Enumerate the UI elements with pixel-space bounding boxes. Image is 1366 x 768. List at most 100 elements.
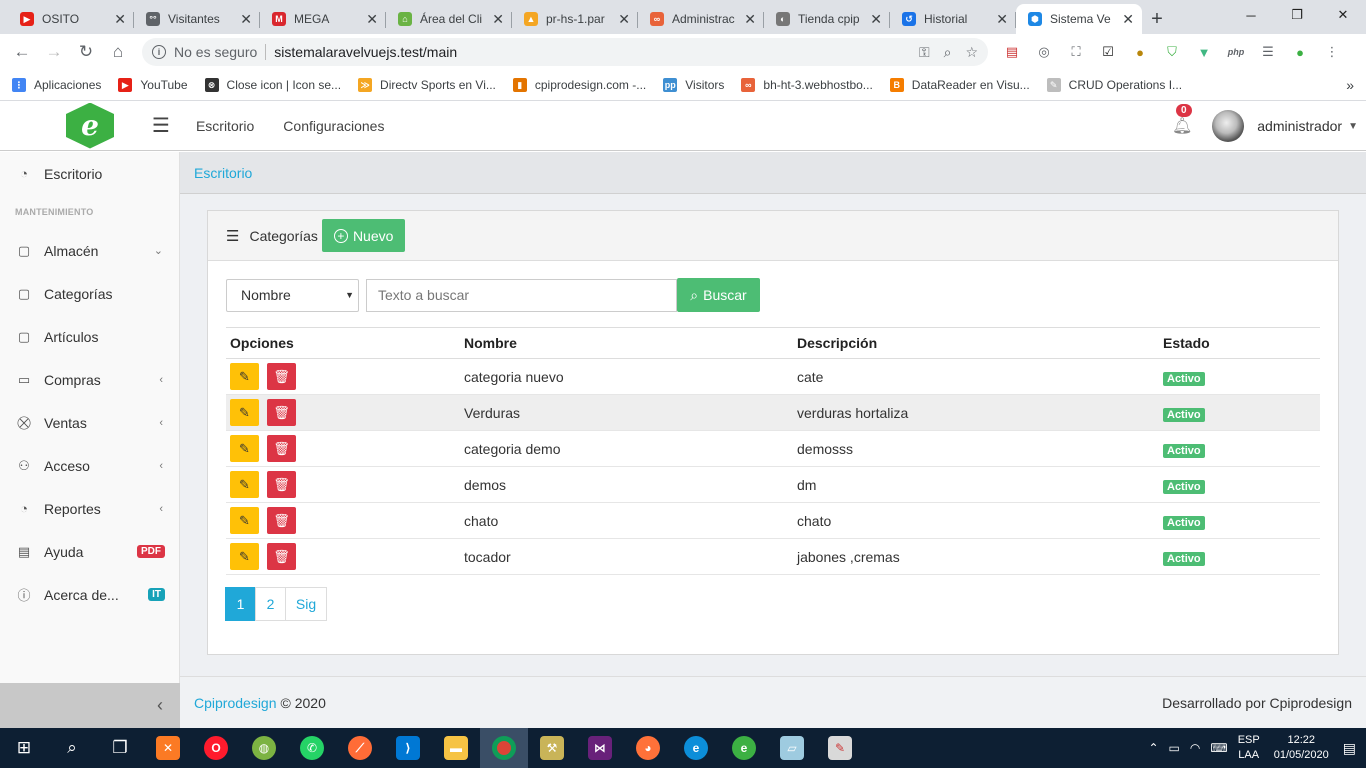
pdf-ext-icon[interactable]: ▤ xyxy=(996,44,1028,60)
bookmark-item[interactable]: ⋮ Aplicaciones xyxy=(12,78,101,92)
minimize-icon[interactable]: ─ xyxy=(1228,0,1274,30)
menu-icon[interactable]: ⋮ xyxy=(1316,44,1348,60)
delete-button[interactable]: 🗑︎ xyxy=(267,507,296,534)
bookmark-item[interactable]: ▶ YouTube xyxy=(118,78,188,92)
xampp-icon[interactable]: ✕ xyxy=(144,728,192,768)
more-bookmarks-icon[interactable]: » xyxy=(1346,77,1354,93)
browser-tab[interactable]: ◐ Tienda cpip ✕ xyxy=(764,4,890,34)
app-e-icon[interactable]: e xyxy=(720,728,768,768)
circle-ext-icon[interactable]: ◎ xyxy=(1028,44,1060,60)
file-explorer-icon[interactable]: ▬ xyxy=(432,728,480,768)
new-tab-button[interactable]: + xyxy=(1142,4,1172,34)
tab-close-icon[interactable]: ✕ xyxy=(996,11,1008,28)
wifi-icon[interactable]: ◠ xyxy=(1190,741,1200,755)
language-indicator[interactable]: ESP LAA xyxy=(1238,733,1260,763)
edit-button[interactable]: ✎ xyxy=(230,435,259,462)
edit-button[interactable]: ✎ xyxy=(230,507,259,534)
bell-icon[interactable]: 🔔︎ 0 xyxy=(1172,104,1192,136)
tab-close-icon[interactable]: ✕ xyxy=(618,11,630,28)
shield-ext-icon[interactable]: ⛉ xyxy=(1156,44,1188,60)
edit-button[interactable]: ✎ xyxy=(230,543,259,570)
sidebar-item-artículos[interactable]: ▢ Artículos xyxy=(0,315,179,358)
tab-close-icon[interactable]: ✕ xyxy=(1122,11,1134,28)
zoom-icon[interactable]: ⌕ xyxy=(944,44,952,61)
delete-button[interactable]: 🗑︎ xyxy=(267,363,296,390)
sidebar-item-ventas[interactable]: ⛒ Ventas ‹ xyxy=(0,401,179,444)
chrome-icon[interactable] xyxy=(480,728,528,768)
sidebar-item-almacén[interactable]: ▢ Almacén ⌄ xyxy=(0,229,179,272)
task-view-icon[interactable]: ❐ xyxy=(96,728,144,768)
delete-button[interactable]: 🗑︎ xyxy=(267,543,296,570)
edit-button[interactable]: ✎ xyxy=(230,471,259,498)
browser-tab[interactable]: ▶ OSITO ✕ xyxy=(8,4,134,34)
app-green-icon[interactable]: ◍ xyxy=(240,728,288,768)
star-icon[interactable]: ☆ xyxy=(965,44,978,61)
sublime-icon[interactable]: ⟋ xyxy=(336,728,384,768)
delete-button[interactable]: 🗑︎ xyxy=(267,471,296,498)
bookmark-item[interactable]: ▮ cpiprodesign.com -... xyxy=(512,78,646,92)
firefox-icon[interactable]: ◕ xyxy=(624,728,672,768)
page-link-2[interactable]: 2 xyxy=(255,587,286,621)
search-input[interactable]: Texto a buscar xyxy=(366,278,677,312)
filter-select[interactable]: Nombre ▼ xyxy=(226,278,359,312)
new-button[interactable]: + Nuevo xyxy=(321,219,406,252)
app-notes-icon[interactable]: ▱ xyxy=(768,728,816,768)
windows-start-icon[interactable]: ⊞ xyxy=(0,728,48,768)
playlist-icon[interactable]: ☰ xyxy=(1252,44,1284,60)
close-window-icon[interactable]: ✕ xyxy=(1320,0,1366,30)
avatar[interactable] xyxy=(1212,110,1245,142)
search-button[interactable]: ⌕ Buscar xyxy=(677,278,760,312)
nav-configuraciones[interactable]: Configuraciones xyxy=(283,118,384,134)
keyboard-icon[interactable]: ⌨ xyxy=(1210,741,1227,755)
sidebar-item-ayuda[interactable]: ▤ Ayuda PDF xyxy=(0,530,179,573)
vue-ext-icon[interactable]: ▼ xyxy=(1188,45,1220,60)
footer-brand-link[interactable]: Cpiprodesign xyxy=(194,695,277,711)
sidebar-item-categorías[interactable]: ▢ Categorías xyxy=(0,272,179,315)
app-tool-icon[interactable]: ⚒ xyxy=(528,728,576,768)
edit-button[interactable]: ✎ xyxy=(230,399,259,426)
sidebar-item-acceso[interactable]: ⚇ Acceso ‹ xyxy=(0,444,179,487)
page-link-sig[interactable]: Sig xyxy=(285,587,327,621)
battery-icon[interactable]: ▭ xyxy=(1169,741,1180,755)
bookmark-item[interactable]: ⊗ Close icon | Icon se... xyxy=(204,78,341,92)
home-icon[interactable]: ⌂ xyxy=(102,38,134,66)
cookie-ext-icon[interactable]: ● xyxy=(1124,45,1156,60)
chevron-up-icon[interactable]: ⌃ xyxy=(1148,741,1158,755)
tab-close-icon[interactable]: ✕ xyxy=(870,11,882,28)
browser-tab[interactable]: ∞ Administrac ✕ xyxy=(638,4,764,34)
tab-close-icon[interactable]: ✕ xyxy=(492,11,504,28)
browser-tab[interactable]: ⌂ Área del Cli ✕ xyxy=(386,4,512,34)
bookmark-item[interactable]: B DataReader en Visu... xyxy=(889,78,1030,92)
browser-tab[interactable]: M MEGA ✕ xyxy=(260,4,386,34)
url-text[interactable]: sistemalaravelvuejs.test/main xyxy=(274,44,905,60)
username[interactable]: administrador xyxy=(1257,118,1342,134)
browser-tab[interactable]: ↺ Historial ✕ xyxy=(890,4,1016,34)
browser-tab[interactable]: ⬢ Sistema Ve ✕ xyxy=(1016,4,1142,34)
browser-tab[interactable]: °° Visitantes ✕ xyxy=(134,4,260,34)
sidebar-item-compras[interactable]: ▭ Compras ‹ xyxy=(0,358,179,401)
check-ext-icon[interactable]: ☑ xyxy=(1092,44,1124,60)
page-link-1[interactable]: 1 xyxy=(225,587,256,621)
back-icon[interactable]: ← xyxy=(6,38,38,66)
sidebar-item-reportes[interactable]: ◔ Reportes ‹ xyxy=(0,487,179,530)
sidebar-item-acerca[interactable]: ⓘ Acerca de... IT xyxy=(0,573,179,616)
opera-icon[interactable]: O xyxy=(192,728,240,768)
paint-icon[interactable]: ✎ xyxy=(816,728,864,768)
visual-studio-icon[interactable]: ⋈ xyxy=(576,728,624,768)
hamburger-icon[interactable]: ☰ xyxy=(152,113,170,138)
notification-center-icon[interactable]: ▤ xyxy=(1343,740,1356,757)
clock[interactable]: 12:22 01/05/2020 xyxy=(1274,733,1329,763)
bookmark-item[interactable]: ✎ CRUD Operations I... xyxy=(1046,78,1182,92)
delete-button[interactable]: 🗑︎ xyxy=(267,399,296,426)
delete-button[interactable]: 🗑︎ xyxy=(267,435,296,462)
sidebar-minimizer[interactable]: ‹ xyxy=(0,683,180,728)
omnibox[interactable]: i No es seguro sistemalaravelvuejs.test/… xyxy=(142,38,988,66)
key-icon[interactable]: ⚿ xyxy=(919,44,930,61)
bookmark-item[interactable]: pp Visitors xyxy=(663,78,724,92)
whatsapp-icon[interactable]: ✆ xyxy=(288,728,336,768)
bookmark-item[interactable]: ∞ bh-ht-3.webhostbo... xyxy=(741,78,873,92)
edit-button[interactable]: ✎ xyxy=(230,363,259,390)
vscode-icon[interactable]: ⟩ xyxy=(384,728,432,768)
tab-close-icon[interactable]: ✕ xyxy=(744,11,756,28)
php-ext-icon[interactable]: php xyxy=(1220,47,1252,57)
